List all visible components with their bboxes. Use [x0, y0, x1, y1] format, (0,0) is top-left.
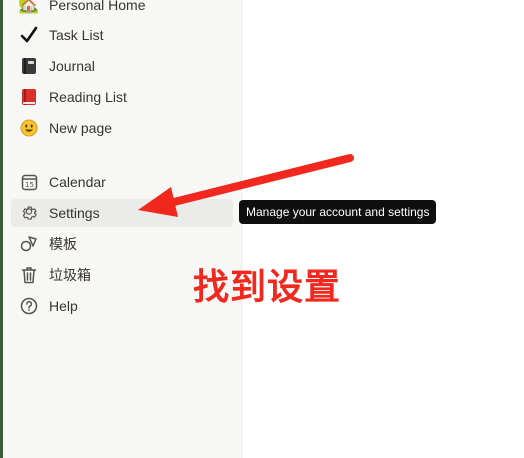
annotation-arrow	[138, 154, 354, 217]
annotation-text: 找到设置	[193, 267, 342, 308]
